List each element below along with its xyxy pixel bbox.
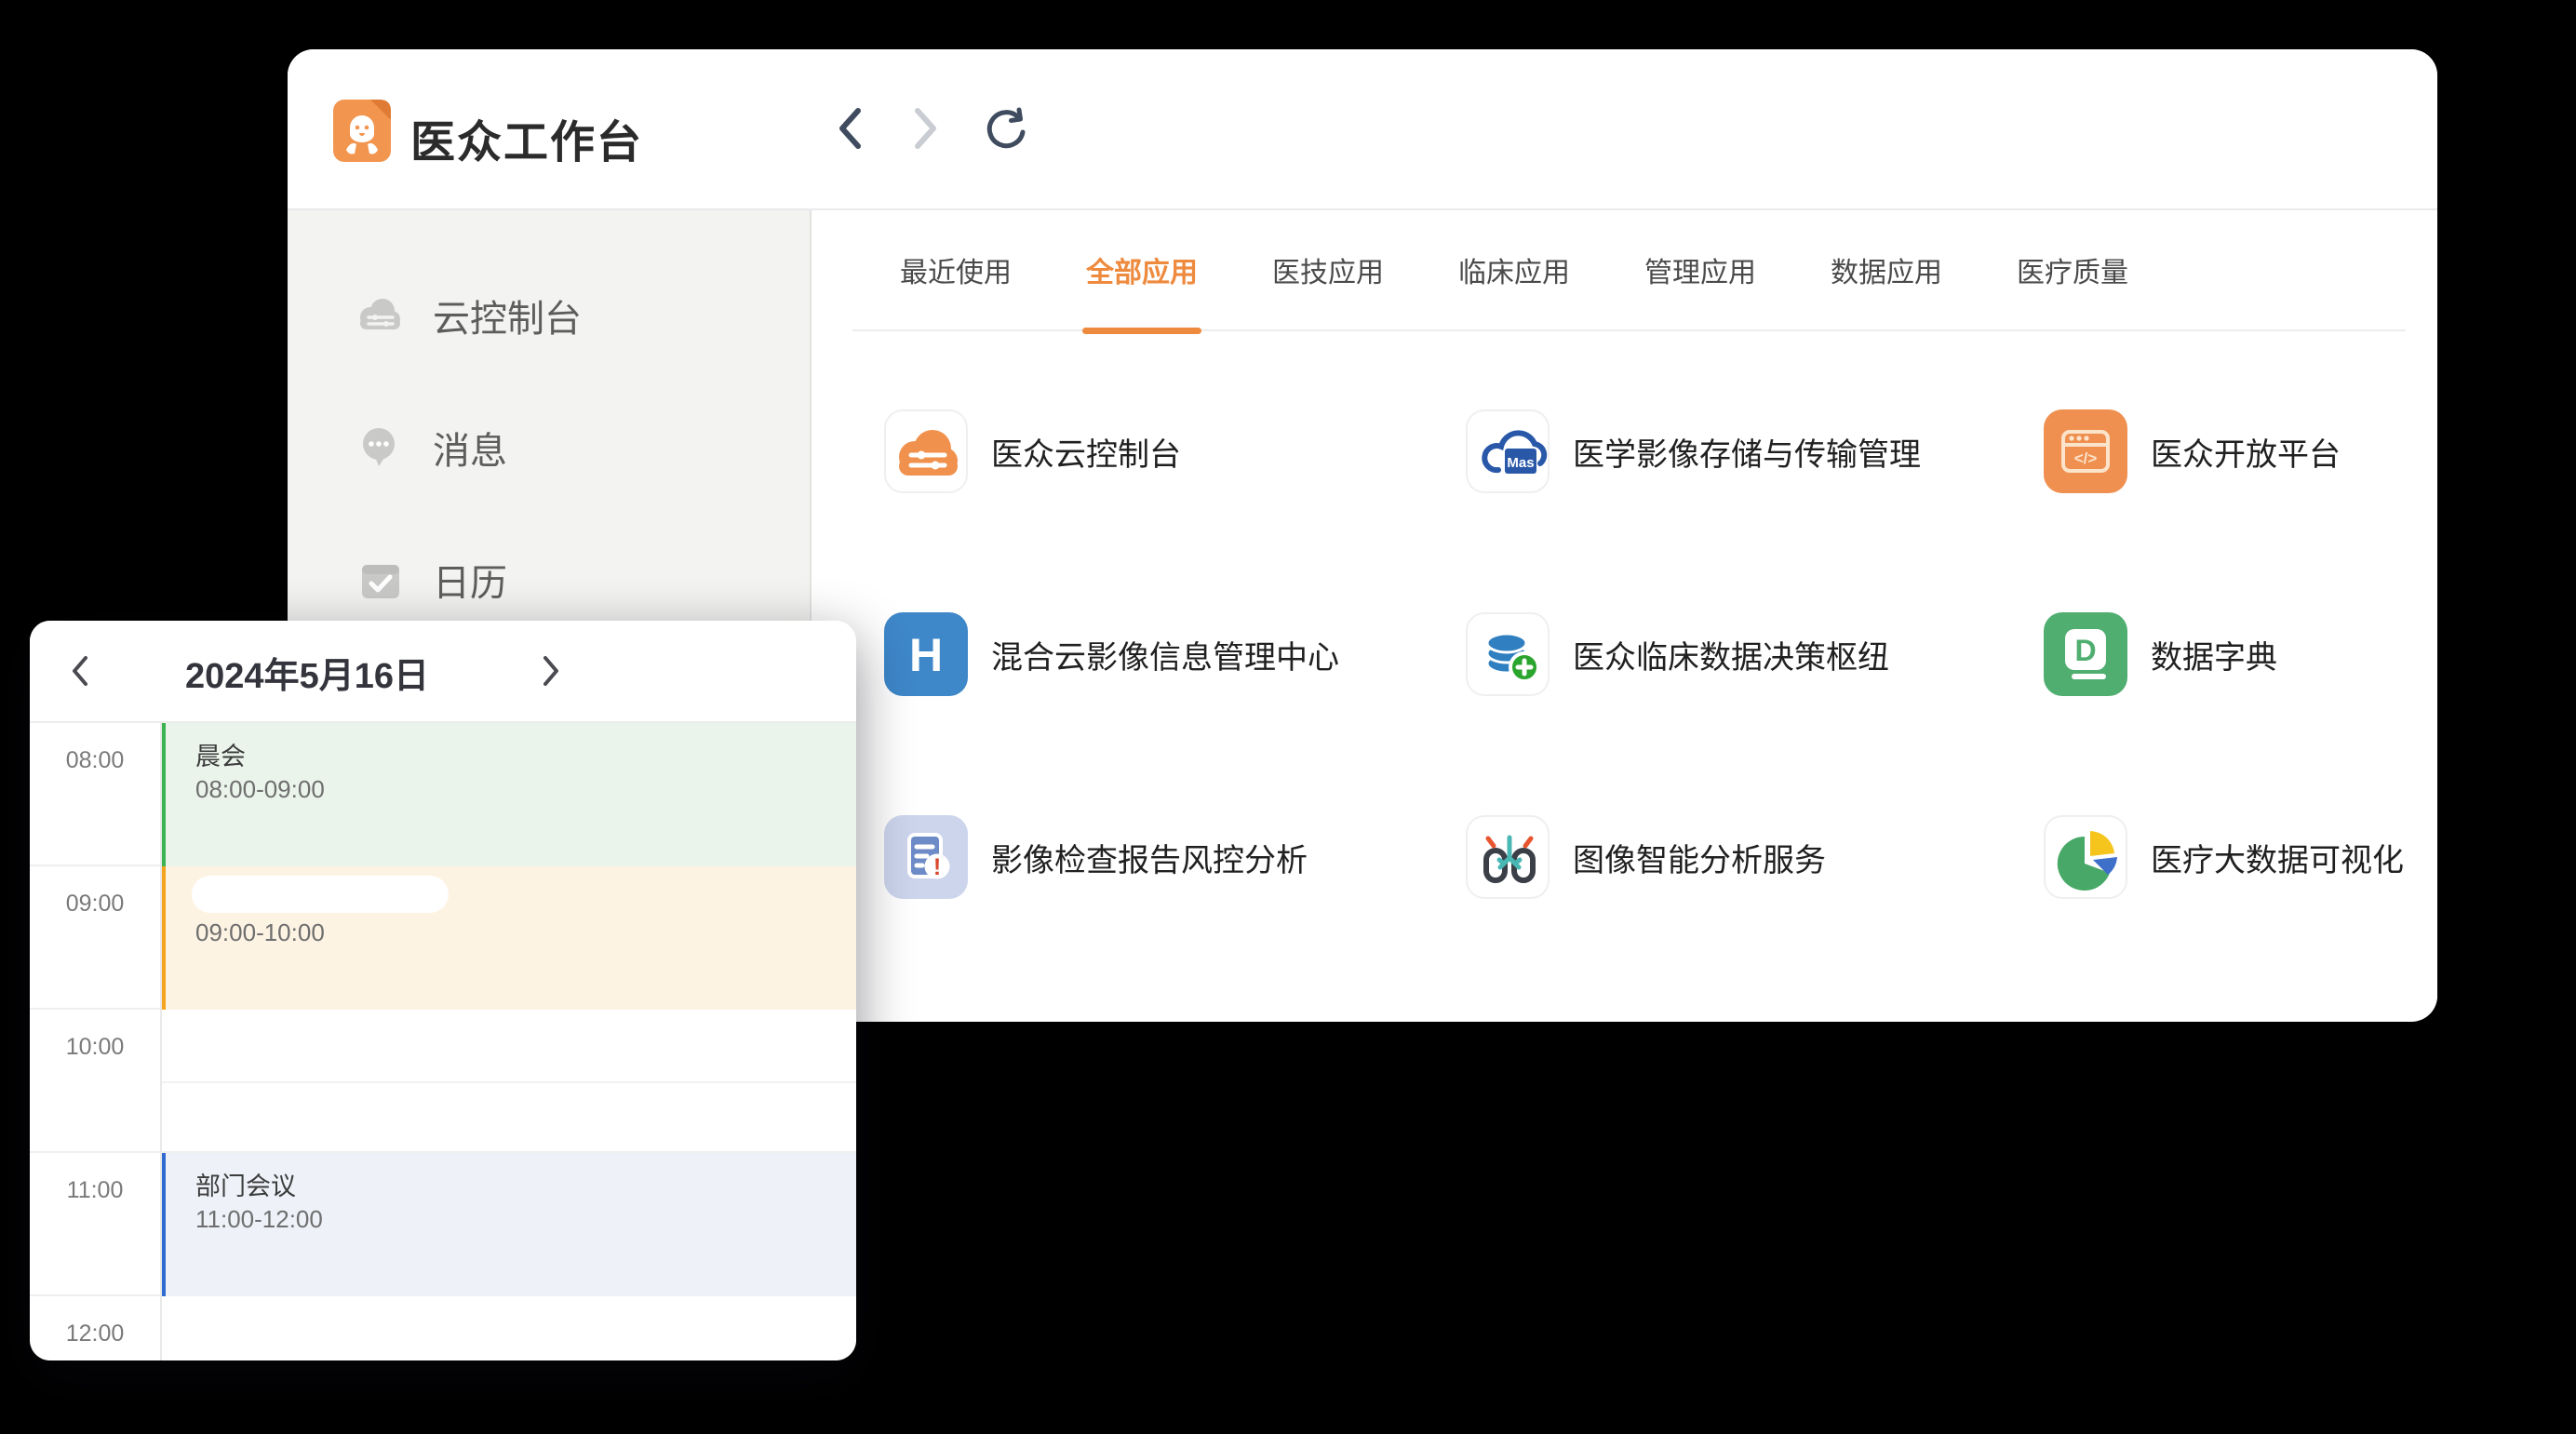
app-label: 医众云控制台: [991, 429, 1181, 475]
sidebar-item-label: 云控制台: [433, 288, 582, 342]
app-label: 医众开放平台: [2151, 429, 2341, 475]
event-title: 晨会: [195, 736, 246, 772]
calendar-event-department-meeting[interactable]: 部门会议 11:00-12:00: [160, 1153, 856, 1296]
time-label: 10:00: [30, 1034, 160, 1061]
app-title: 医众工作台: [410, 105, 643, 170]
tab-medtech-apps[interactable]: 医技应用: [1272, 249, 1384, 290]
chevron-right-icon: [909, 106, 941, 154]
calendar-row-11[interactable]: 11:00 部门会议 11:00-12:00: [30, 1153, 856, 1296]
app-item-clinical-data-hub[interactable]: 医众临床数据决策枢纽: [1466, 612, 2044, 696]
d-letter-text: D: [2074, 634, 2096, 667]
forward-button[interactable]: [909, 106, 941, 154]
calendar-icon: [355, 557, 407, 602]
data-dictionary-app-icon: D: [2044, 612, 2127, 696]
app-label: 数据字典: [2151, 632, 2277, 677]
calendar-row-10[interactable]: 10:00: [30, 1010, 856, 1153]
time-label: 11:00: [30, 1177, 160, 1204]
big-data-visualization-app-icon: [2044, 815, 2127, 899]
app-item-report-risk-analysis[interactable]: ! 影像检查报告风控分析: [884, 815, 1466, 899]
app-logo-icon: [333, 100, 391, 162]
messages-icon: [355, 425, 407, 470]
app-label: 图像智能分析服务: [1573, 835, 1826, 880]
screenshot-canvas: 医众工作台: [0, 0, 2576, 1434]
window-header: 医众工作台: [288, 49, 2437, 210]
app-item-cloud-console[interactable]: 医众云控制台: [884, 409, 1466, 493]
chevron-left-icon: [835, 106, 866, 154]
event-time: 08:00-09:00: [195, 775, 325, 804]
calendar-event-redacted[interactable]: 09:00-10:00: [160, 866, 856, 1010]
chevron-left-icon: [69, 654, 91, 690]
cloud-console-app-icon: [884, 409, 968, 493]
app-item-open-platform[interactable]: </> 医众开放平台: [2044, 409, 2404, 493]
time-label: 09:00: [30, 891, 160, 918]
app-item-data-dictionary[interactable]: D 数据字典: [2044, 612, 2404, 696]
event-time: 11:00-12:00: [195, 1205, 323, 1234]
mas-badge-text: Mas: [1507, 455, 1534, 471]
content-area: 最近使用 全部应用 医技应用 临床应用 管理应用 数据应用 医疗质量: [812, 210, 2437, 1020]
tab-clinical-apps[interactable]: 临床应用: [1458, 249, 1570, 290]
half-hour-line: [162, 1081, 856, 1083]
event-time: 09:00-10:00: [195, 918, 325, 947]
app-label: 医众临床数据决策枢纽: [1573, 632, 1889, 677]
time-label: 08:00: [30, 747, 160, 774]
clinical-data-hub-app-icon: [1466, 612, 1550, 696]
time-label: 12:00: [30, 1320, 160, 1347]
app-item-big-data-visualization[interactable]: 医疗大数据可视化: [2044, 815, 2404, 899]
open-platform-app-icon: </>: [2044, 409, 2127, 493]
chevron-right-icon: [540, 654, 562, 690]
hybrid-cloud-imaging-app-icon: H: [884, 612, 968, 696]
calendar-panel: 2024年5月16日 08:00 晨会 08:00-09:00 09:00: [30, 621, 856, 1360]
calendar-event-morning-meeting[interactable]: 晨会 08:00-09:00: [160, 723, 856, 866]
imaging-storage-app-icon: Mas: [1466, 409, 1550, 493]
exclamation-glyph-text: !: [933, 854, 941, 880]
code-glyph-text: </>: [2074, 449, 2098, 467]
tab-medical-quality[interactable]: 医疗质量: [2017, 249, 2128, 290]
calendar-row-08[interactable]: 08:00 晨会 08:00-09:00: [30, 723, 856, 866]
app-label: 影像检查报告风控分析: [991, 835, 1308, 880]
app-item-hybrid-cloud-imaging[interactable]: H 混合云影像信息管理中心: [884, 612, 1466, 696]
calendar-prev-day-button[interactable]: [60, 621, 101, 723]
sidebar-item-messages[interactable]: 消息: [288, 419, 810, 476]
report-risk-app-icon: !: [884, 815, 968, 899]
event-title: 部门会议: [195, 1166, 296, 1202]
app-tabs: 最近使用 全部应用 医技应用 临床应用 管理应用 数据应用 医疗质量: [852, 210, 2406, 331]
refresh-button[interactable]: [984, 106, 1028, 154]
app-label: 医学影像存储与传输管理: [1573, 429, 1921, 475]
sidebar-item-label: 消息: [433, 421, 507, 475]
refresh-icon: [984, 106, 1028, 154]
app-label: 医疗大数据可视化: [2151, 835, 2404, 880]
redacted-title-pill: [192, 876, 449, 913]
cloud-console-icon: [355, 293, 407, 338]
tab-data-apps[interactable]: 数据应用: [1831, 249, 1942, 290]
tab-all-apps[interactable]: 全部应用: [1086, 249, 1198, 290]
calendar-header: 2024年5月16日: [30, 621, 856, 723]
app-item-image-ai-analysis[interactable]: 图像智能分析服务: [1466, 815, 2044, 899]
tab-management-apps[interactable]: 管理应用: [1644, 249, 1756, 290]
time-gutter-divider: [160, 723, 162, 1360]
lung-image-analysis-app-icon: [1466, 815, 1550, 899]
h-letter-text: H: [909, 629, 943, 681]
back-button[interactable]: [835, 106, 866, 154]
sidebar-item-calendar[interactable]: 日历: [288, 551, 810, 609]
calendar-row-12[interactable]: 12:00: [30, 1296, 856, 1360]
header-nav: [835, 49, 1028, 210]
app-grid: 医众云控制台 Mas 医学影像存储与传输管理: [884, 409, 2404, 899]
app-item-imaging-storage[interactable]: Mas 医学影像存储与传输管理: [1466, 409, 2044, 493]
calendar-date: 2024年5月16日: [168, 621, 447, 723]
tab-recent[interactable]: 最近使用: [900, 249, 1012, 290]
app-label: 混合云影像信息管理中心: [991, 632, 1339, 677]
calendar-next-day-button[interactable]: [530, 621, 571, 723]
sidebar-item-cloud-console[interactable]: 云控制台: [288, 287, 810, 344]
calendar-row-09[interactable]: 09:00 09:00-10:00: [30, 866, 856, 1010]
calendar-day-grid: 08:00 晨会 08:00-09:00 09:00 09:00-10:00 1…: [30, 723, 856, 1360]
sidebar-item-label: 日历: [433, 553, 507, 607]
